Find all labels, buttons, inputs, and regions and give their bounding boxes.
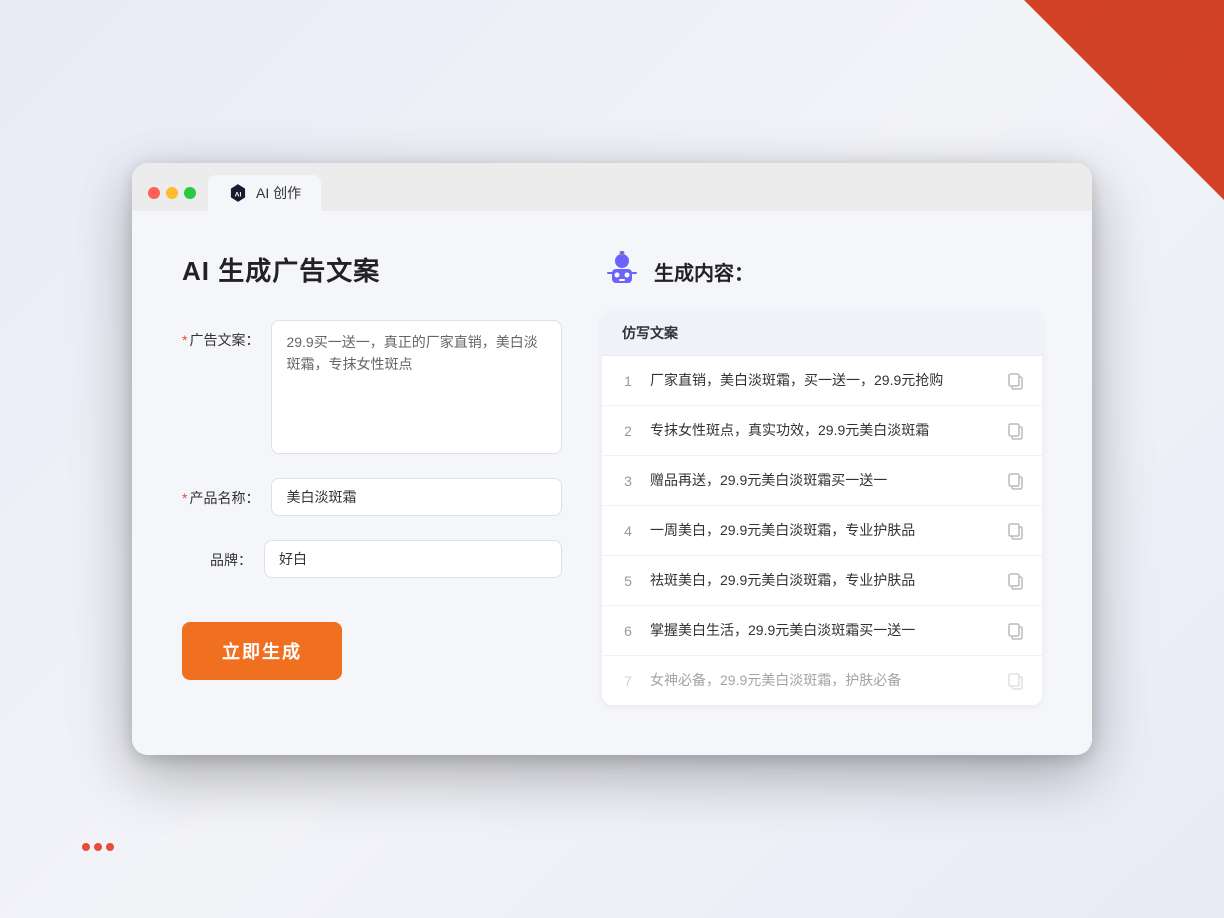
- deco-dots: [80, 840, 116, 858]
- robot-icon: [602, 251, 642, 291]
- left-panel: AI 生成广告文案 *广告文案： 29.9买一送一，真正的厂家直销，美白淡斑霜，…: [182, 251, 562, 705]
- input-ad-copy[interactable]: 29.9买一送一，真正的厂家直销，美白淡斑霜，专抹女性斑点: [271, 320, 562, 454]
- browser-window: AI AI 创作 AI 生成广告文案 *广告文案： 29.9买一送一，真正的厂家…: [132, 163, 1092, 755]
- row-text: 赠品再送，29.9元美白淡斑霜买一送一: [650, 470, 994, 491]
- row-text: 掌握美白生活，29.9元美白淡斑霜买一送一: [650, 620, 994, 641]
- label-brand: 品牌：: [182, 540, 252, 570]
- browser-tab[interactable]: AI AI 创作: [208, 175, 321, 211]
- table-header: 仿写文案: [602, 311, 1042, 356]
- traffic-lights: [148, 187, 196, 199]
- row-number: 4: [618, 523, 638, 539]
- result-row: 6 掌握美白生活，29.9元美白淡斑霜买一送一: [602, 606, 1042, 656]
- result-row: 5 祛斑美白，29.9元美白淡斑霜，专业护肤品: [602, 556, 1042, 606]
- result-row: 1 厂家直销，美白淡斑霜，买一送一，29.9元抢购: [602, 356, 1042, 406]
- row-text: 女神必备，29.9元美白淡斑霜，护肤必备: [650, 670, 994, 691]
- input-brand[interactable]: [264, 540, 562, 578]
- copy-icon[interactable]: [1006, 471, 1026, 491]
- tab-label: AI 创作: [256, 183, 301, 203]
- row-text: 一周美白，29.9元美白淡斑霜，专业护肤品: [650, 520, 994, 541]
- right-panel: 生成内容： 仿写文案 1 厂家直销，美白淡斑霜，买一送一，29.9元抢购: [602, 251, 1042, 705]
- result-title: 生成内容：: [654, 257, 754, 286]
- row-text: 专抹女性斑点，真实功效，29.9元美白淡斑霜: [650, 420, 994, 441]
- copy-icon[interactable]: [1006, 371, 1026, 391]
- result-header: 生成内容：: [602, 251, 1042, 291]
- copy-icon[interactable]: [1006, 421, 1026, 441]
- result-row: 7 女神必备，29.9元美白淡斑霜，护肤必备: [602, 656, 1042, 705]
- traffic-light-minimize[interactable]: [166, 187, 178, 199]
- browser-chrome: AI AI 创作: [132, 163, 1092, 211]
- generate-button[interactable]: 立即生成: [182, 622, 342, 680]
- row-text: 祛斑美白，29.9元美白淡斑霜，专业护肤品: [650, 570, 994, 591]
- row-text: 厂家直销，美白淡斑霜，买一送一，29.9元抢购: [650, 370, 994, 391]
- result-row: 3 赠品再送，29.9元美白淡斑霜买一送一: [602, 456, 1042, 506]
- copy-icon[interactable]: [1006, 521, 1026, 541]
- label-product-name: *产品名称：: [182, 478, 259, 508]
- browser-content: AI 生成广告文案 *广告文案： 29.9买一送一，真正的厂家直销，美白淡斑霜，…: [132, 211, 1092, 755]
- row-number: 5: [618, 573, 638, 589]
- form-row-product-name: *产品名称：: [182, 478, 562, 516]
- copy-icon[interactable]: [1006, 671, 1026, 691]
- row-number: 7: [618, 673, 638, 689]
- copy-icon[interactable]: [1006, 571, 1026, 591]
- scene-background: AI AI 创作 AI 生成广告文案 *广告文案： 29.9买一送一，真正的厂家…: [0, 0, 1224, 918]
- row-number: 1: [618, 373, 638, 389]
- copy-icon[interactable]: [1006, 621, 1026, 641]
- form-row-brand: 品牌：: [182, 540, 562, 578]
- row-number: 3: [618, 473, 638, 489]
- row-number: 6: [618, 623, 638, 639]
- row-number: 2: [618, 423, 638, 439]
- label-ad-copy: *广告文案：: [182, 320, 259, 350]
- page-title: AI 生成广告文案: [182, 251, 562, 288]
- ai-tab-icon: AI: [228, 183, 248, 203]
- traffic-light-close[interactable]: [148, 187, 160, 199]
- input-product-name[interactable]: [271, 478, 562, 516]
- form-row-ad-copy: *广告文案： 29.9买一送一，真正的厂家直销，美白淡斑霜，专抹女性斑点: [182, 320, 562, 454]
- result-row: 2 专抹女性斑点，真实功效，29.9元美白淡斑霜: [602, 406, 1042, 456]
- result-row: 4 一周美白，29.9元美白淡斑霜，专业护肤品: [602, 506, 1042, 556]
- required-star-ad: *: [182, 332, 187, 348]
- results-table: 仿写文案 1 厂家直销，美白淡斑霜，买一送一，29.9元抢购 2 专抹女性斑点: [602, 311, 1042, 705]
- traffic-light-maximize[interactable]: [184, 187, 196, 199]
- svg-text:AI: AI: [235, 191, 242, 198]
- required-star-product: *: [182, 490, 187, 506]
